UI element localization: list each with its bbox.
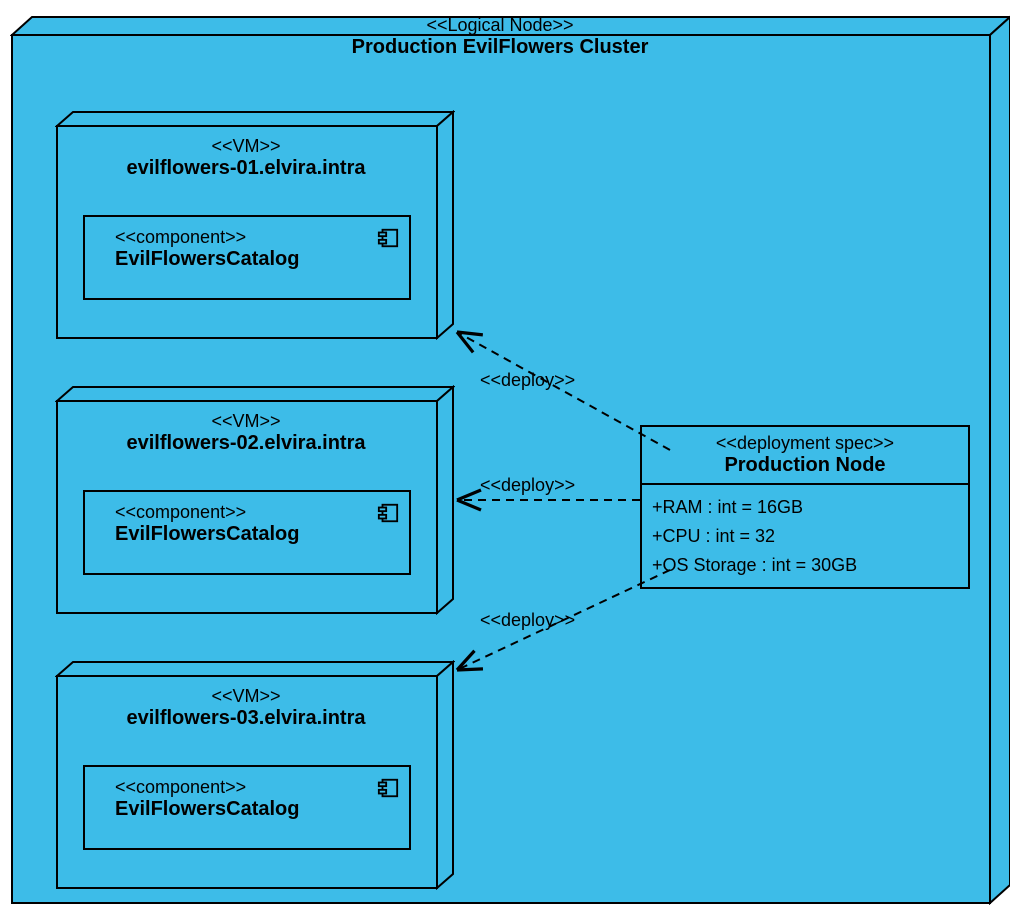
vm02-comp-stereotype: <<component>>: [105, 502, 389, 523]
spec-attr-ram: +RAM : int = 16GB: [652, 493, 958, 522]
deploy-label-3: <<deploy>>: [480, 610, 575, 631]
vm01-component: <<component>> EvilFlowersCatalog: [83, 215, 411, 300]
cluster-name: Production EvilFlowers Cluster: [10, 36, 990, 59]
deploy-label-1: <<deploy>>: [480, 370, 575, 391]
cluster-stereotype: <<Logical Node>>: [10, 15, 990, 36]
cluster-node: <<Logical Node>> Production EvilFlowers …: [10, 15, 1010, 905]
vm02-stereotype: <<VM>>: [55, 411, 437, 432]
vm03-component: <<component>> EvilFlowersCatalog: [83, 765, 411, 850]
component-icon: [377, 777, 399, 799]
vm01-comp-stereotype: <<component>>: [105, 227, 389, 248]
vm-node-03: <<VM>> evilflowers-03.elvira.intra <<com…: [55, 660, 455, 890]
spec-name: Production Node: [650, 454, 960, 477]
spec-attr-cpu: +CPU : int = 32: [652, 522, 958, 551]
spec-attr-os: +OS Storage : int = 30GB: [652, 551, 958, 580]
component-icon: [377, 502, 399, 524]
vm02-header: <<VM>> evilflowers-02.elvira.intra: [55, 411, 437, 455]
spec-stereotype: <<deployment spec>>: [650, 433, 960, 454]
vm03-stereotype: <<VM>>: [55, 686, 437, 707]
vm-node-01: <<VM>> evilflowers-01.elvira.intra <<com…: [55, 110, 455, 340]
vm03-comp-name: EvilFlowersCatalog: [105, 798, 389, 821]
vm02-comp-name: EvilFlowersCatalog: [105, 523, 389, 546]
vm01-comp-name: EvilFlowersCatalog: [105, 248, 389, 271]
spec-attrs: +RAM : int = 16GB +CPU : int = 32 +OS St…: [642, 485, 968, 587]
vm03-header: <<VM>> evilflowers-03.elvira.intra: [55, 686, 437, 730]
spec-header: <<deployment spec>> Production Node: [642, 427, 968, 485]
vm02-hostname: evilflowers-02.elvira.intra: [55, 432, 437, 455]
component-icon: [377, 227, 399, 249]
vm03-hostname: evilflowers-03.elvira.intra: [55, 707, 437, 730]
deployment-spec: <<deployment spec>> Production Node +RAM…: [640, 425, 970, 589]
vm01-header: <<VM>> evilflowers-01.elvira.intra: [55, 136, 437, 180]
vm02-component: <<component>> EvilFlowersCatalog: [83, 490, 411, 575]
vm-node-02: <<VM>> evilflowers-02.elvira.intra <<com…: [55, 385, 455, 615]
vm01-stereotype: <<VM>>: [55, 136, 437, 157]
cluster-header: <<Logical Node>> Production EvilFlowers …: [10, 15, 990, 59]
vm01-hostname: evilflowers-01.elvira.intra: [55, 157, 437, 180]
deploy-label-2: <<deploy>>: [480, 475, 575, 496]
vm03-comp-stereotype: <<component>>: [105, 777, 389, 798]
